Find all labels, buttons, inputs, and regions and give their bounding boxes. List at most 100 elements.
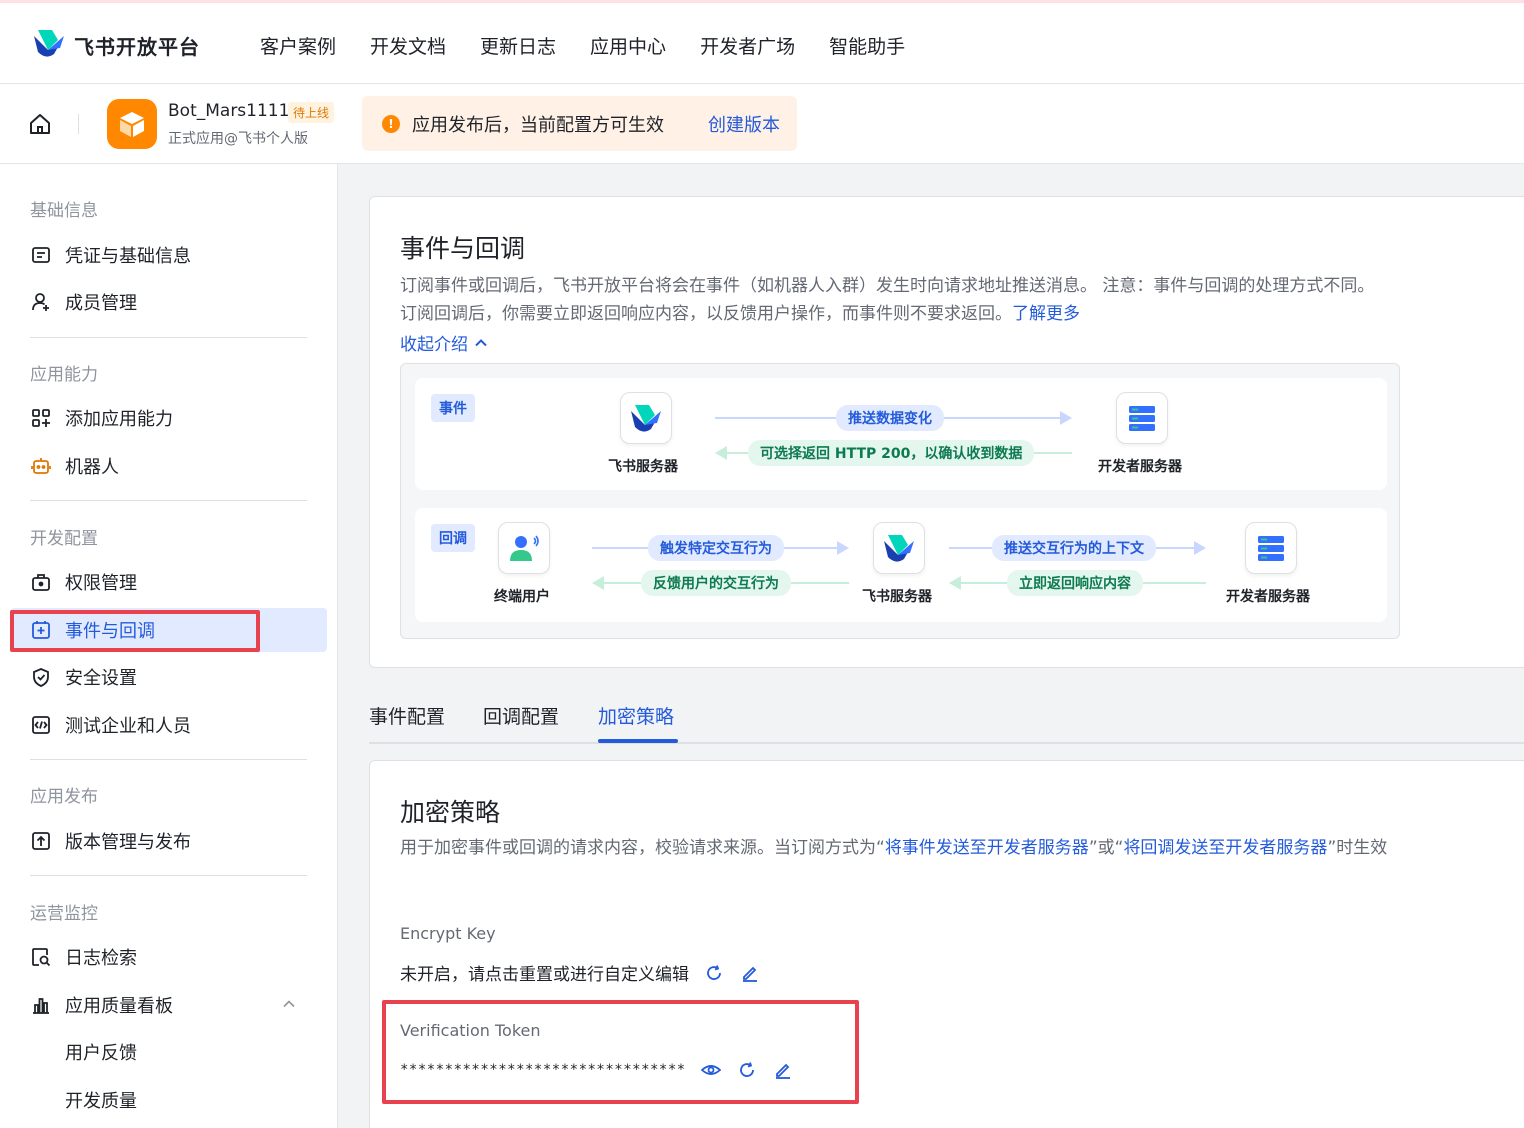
- intro-card: 事件与回调 订阅事件或回调后，飞书开放平台将会在事件（如机器人入群）发生时向请求…: [369, 196, 1524, 668]
- create-version-link[interactable]: 创建版本: [708, 111, 780, 137]
- encrypt-key-value: 未开启，请点击重置或进行自定义编辑: [400, 965, 689, 985]
- desc-text: ”时生效: [1327, 838, 1388, 858]
- nav-dev-square[interactable]: 开发者广场: [700, 32, 795, 59]
- encryption-description: 用于加密事件或回调的请求内容，校验请求来源。当订阅方式为“将事件发送至开发者服务…: [400, 835, 1400, 862]
- callback-to-server-link[interactable]: 将回调发送至开发者服务器: [1123, 838, 1327, 858]
- arrow-right-icon: [1060, 411, 1072, 425]
- sidebar-item-add-capability[interactable]: 添加应用能力: [30, 396, 326, 440]
- id-card-icon: [30, 244, 52, 266]
- sidebar-item-label: 版本管理与发布: [65, 832, 191, 853]
- sidebar-item-log-search[interactable]: 日志检索: [30, 935, 326, 979]
- sidebar-item-test-tenant[interactable]: 测试企业和人员: [30, 703, 326, 747]
- reset-icon[interactable]: [703, 962, 725, 984]
- bar-chart-icon: [30, 994, 52, 1016]
- upload-icon: [30, 830, 52, 852]
- brand[interactable]: 飞书开放平台: [32, 27, 200, 63]
- encrypt-key-row: 未开启，请点击重置或进行自定义编辑: [400, 960, 761, 985]
- page-title: 事件与回调: [400, 234, 526, 263]
- sidebar-group-basic: 基础信息: [30, 201, 98, 221]
- briefcase-lock-icon: [30, 571, 52, 593]
- sidebar-group-capability: 应用能力: [30, 365, 98, 385]
- feishu-server-node: [873, 522, 925, 574]
- app-header: Bot_Mars1111 待上线 正式应用@飞书个人版 ! 应用发布后，当前配置…: [0, 84, 1524, 164]
- sidebar-item-permissions[interactable]: 权限管理: [30, 560, 326, 604]
- nav-app-center[interactable]: 应用中心: [590, 32, 666, 59]
- feedback-pill: 反馈用户的交互行为: [641, 570, 791, 596]
- sidebar-item-label: 机器人: [65, 457, 119, 478]
- arrow-left-icon: [592, 576, 604, 590]
- status-badge: 待上线: [288, 102, 335, 123]
- sidebar-item-label: 成员管理: [65, 293, 137, 314]
- intro-description-text: 订阅事件或回调后，飞书开放平台将会在事件（如机器人入群）发生时向请求地址推送消息…: [400, 276, 1375, 324]
- dev-server-node: [1116, 392, 1168, 444]
- sidebar-divider: [30, 759, 307, 760]
- sidebar-group-release: 应用发布: [30, 787, 98, 807]
- sidebar-item-label: 开发质量: [65, 1091, 137, 1112]
- highlight-box-events: [10, 610, 260, 652]
- sidebar-item-label: 添加应用能力: [65, 409, 173, 430]
- home-icon[interactable]: [28, 112, 52, 136]
- arrow-right-icon: [1194, 541, 1206, 555]
- sidebar-divider: [30, 337, 307, 338]
- app-avatar-icon: [107, 99, 157, 149]
- sidebar-item-label: 测试企业和人员: [65, 716, 191, 737]
- sidebar-item-dev-quality[interactable]: 开发质量: [30, 1078, 326, 1122]
- arrow-left-icon: [715, 446, 727, 460]
- push-data-pill: 推送数据变化: [836, 405, 944, 431]
- nav-assistant[interactable]: 智能助手: [829, 32, 905, 59]
- event-tag: 事件: [431, 394, 475, 422]
- sidebar-item-bot[interactable]: 机器人: [30, 444, 326, 488]
- tab-callback-config[interactable]: 回调配置: [483, 702, 559, 729]
- arrow-left-icon: [949, 576, 961, 590]
- robot-icon: [30, 455, 52, 477]
- app-name: Bot_Mars1111: [168, 101, 290, 121]
- collapse-label: 收起介绍: [400, 335, 468, 355]
- server-icon: [1129, 406, 1155, 431]
- event-callback-diagram: 事件 飞书服务器 推送数据变化 可选择返回 HTTP 200，以确认收到数据 开…: [400, 363, 1400, 639]
- feishu-logo-icon: [32, 28, 66, 62]
- sidebar-item-label: 日志检索: [65, 948, 137, 969]
- sidebar-item-label: 安全设置: [65, 668, 137, 689]
- encryption-title: 加密策略: [400, 798, 501, 827]
- sidebar-item-members[interactable]: 成员管理: [30, 280, 326, 324]
- nav-changelog[interactable]: 更新日志: [480, 32, 556, 59]
- tab-encryption[interactable]: 加密策略: [598, 702, 674, 729]
- publish-notice: ! 应用发布后，当前配置方可生效 创建版本: [362, 96, 797, 151]
- desc-text: 用于加密事件或回调的请求内容，校验请求来源。当订阅方式为“: [400, 838, 885, 858]
- intro-description: 订阅事件或回调后，飞书开放平台将会在事件（如机器人入群）发生时向请求地址推送消息…: [400, 272, 1390, 328]
- feishu-logo-icon: [884, 535, 914, 562]
- feishu-logo-icon: [631, 405, 661, 432]
- arrow-right-icon: [837, 541, 849, 555]
- nav-dev-docs[interactable]: 开发文档: [370, 32, 446, 59]
- code-window-icon: [30, 714, 52, 736]
- sidebar-item-quality-board[interactable]: 应用质量看板: [30, 983, 326, 1027]
- node-label: 开发者服务器: [1226, 589, 1310, 605]
- tab-event-config[interactable]: 事件配置: [369, 702, 445, 729]
- sidebar-divider: [30, 500, 307, 501]
- sidebar-item-versions[interactable]: 版本管理与发布: [30, 819, 326, 863]
- collapse-intro-button[interactable]: 收起介绍: [400, 330, 488, 355]
- user-icon: [510, 535, 539, 561]
- sidebar-item-security[interactable]: 安全设置: [30, 655, 326, 699]
- notice-text: 应用发布后，当前配置方可生效: [412, 114, 664, 136]
- chevron-up-icon[interactable]: [282, 995, 296, 1016]
- sidebar-divider: [30, 875, 307, 876]
- highlight-box-token: [382, 1000, 859, 1104]
- reply-pill: 可选择返回 HTTP 200，以确认收到数据: [748, 440, 1035, 466]
- edit-icon[interactable]: [739, 962, 761, 984]
- feishu-server-node: [620, 392, 672, 444]
- node-label: 终端用户: [494, 589, 550, 605]
- dev-server-node: [1245, 522, 1297, 574]
- active-tab-indicator: [598, 739, 678, 743]
- sidebar-item-credentials[interactable]: 凭证与基础信息: [30, 233, 326, 277]
- server-icon: [1258, 536, 1284, 561]
- node-label: 飞书服务器: [862, 589, 932, 605]
- callback-tag: 回调: [431, 524, 475, 552]
- sidebar-item-user-feedback[interactable]: 用户反馈: [30, 1030, 326, 1074]
- event-to-server-link[interactable]: 将事件发送至开发者服务器: [885, 838, 1089, 858]
- desc-text: ”或“: [1088, 838, 1124, 858]
- brand-name: 飞书开放平台: [74, 34, 200, 59]
- callback-flow-panel: 回调 终端用户 触发特定交互行为 反馈用户的交互行为 飞书服务器 推送交互行为的…: [415, 508, 1387, 622]
- learn-more-link[interactable]: 了解更多: [1012, 304, 1080, 324]
- nav-customer-cases[interactable]: 客户案例: [260, 32, 336, 59]
